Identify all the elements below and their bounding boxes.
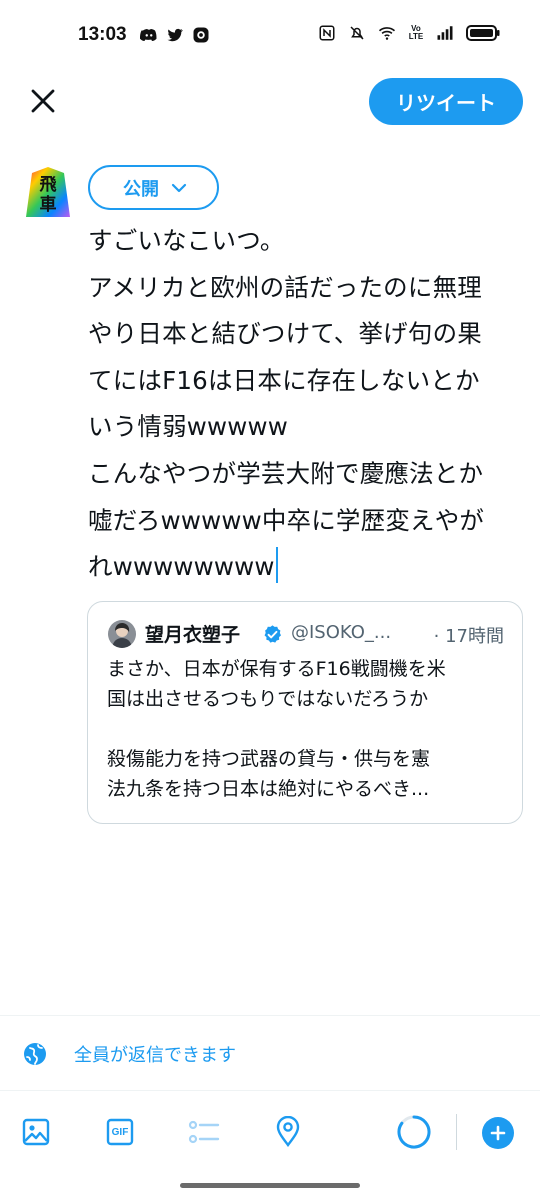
compose-line: こんなやつが学芸大附で慶應法とか: [88, 458, 484, 488]
reply-setting-button[interactable]: 全員が返信できます: [22, 1036, 236, 1072]
image-icon: [22, 1118, 50, 1146]
add-gif-button[interactable]: GIF: [100, 1112, 140, 1152]
nfc-icon: [319, 25, 335, 41]
twitter-icon: [167, 28, 183, 42]
wifi-icon: [378, 27, 396, 40]
quote-author-name: 望月衣塑子: [145, 624, 241, 646]
audience-label: 公開: [123, 178, 159, 200]
discord-icon: [140, 29, 157, 41]
compose-textarea[interactable]: すごいなこいつ。 アメリカと欧州の話だったのに無理 やり日本と結びつけて、挙げ句…: [88, 218, 528, 591]
quote-avatar: [108, 620, 136, 648]
text-caret: [275, 547, 278, 584]
volte-icon: Vo LTE: [408, 24, 424, 41]
avatar-char-1: 飛: [39, 175, 57, 195]
quote-body: まさか、日本が保有するF16戦闘機を米 国は出させるつもりではないだろうか 殺傷…: [107, 654, 512, 804]
status-time: 13:03: [78, 24, 127, 45]
audience-selector[interactable]: 公開: [88, 165, 219, 210]
compose-line: てにはF16は日本に存在しないとか: [88, 365, 480, 395]
quote-line: 国は出させるつもりではないだろうか: [107, 688, 429, 710]
quote-line: 殺傷能力を持つ武器の貸与・供与を憲: [107, 748, 431, 770]
compose-line: いう情弱wwwww: [88, 412, 288, 442]
chevron-down-icon: [171, 183, 187, 192]
compose-line: 嘘だろwwwww中卒に学歴変えやが: [88, 505, 485, 535]
signal-icon: [437, 26, 453, 40]
compose-line: アメリカと欧州の話だったのに無理: [88, 272, 482, 302]
compose-line: やり日本と結びつけて、挙げ句の果: [88, 319, 482, 349]
character-count-ring: [397, 1115, 431, 1149]
divider: [0, 1090, 540, 1091]
add-poll-button[interactable]: [184, 1112, 224, 1152]
close-icon: [31, 89, 55, 113]
avatar-char-2: 車: [40, 194, 57, 215]
status-system-icons: Vo LTE: [318, 24, 500, 42]
close-button[interactable]: [24, 82, 62, 120]
gif-label: GIF: [111, 1126, 129, 1138]
battery-icon: [466, 25, 500, 41]
quote-line: まさか、日本が保有するF16戦闘機を米: [107, 658, 446, 680]
globe-icon: [24, 1043, 46, 1065]
quoted-tweet-card[interactable]: 望月衣塑子 @ISOKO_... · 17時間 まさか、日本が保有するF16戦闘…: [87, 601, 523, 824]
compose-line: すごいなこいつ。: [88, 226, 285, 255]
reply-setting-label: 全員が返信できます: [74, 1045, 236, 1066]
compose-line-last: れwwwwwwww: [88, 544, 528, 591]
plus-icon: [490, 1125, 506, 1141]
add-thread-button[interactable]: [482, 1117, 514, 1149]
poll-icon: [188, 1120, 220, 1144]
quote-timestamp: · 17時間: [433, 626, 504, 647]
verified-badge-icon: [264, 625, 281, 643]
status-bar: 13:03 Vo LTE: [0, 0, 540, 72]
status-app-icons: [140, 26, 210, 44]
avatar-shogi-piece: 飛 車: [26, 167, 70, 217]
compose-line-text: れwwwwwwww: [88, 552, 275, 582]
add-image-button[interactable]: [16, 1112, 56, 1152]
quote-author-handle: @ISOKO_...: [291, 622, 392, 643]
avatar[interactable]: 飛 車: [24, 166, 72, 218]
home-indicator: [180, 1183, 360, 1188]
location-icon: [276, 1116, 300, 1147]
toolbar-divider: [456, 1114, 457, 1150]
quote-line: 法九条を持つ日本は絶対にやるべき...: [107, 778, 430, 800]
retweet-button[interactable]: リツイート: [369, 78, 523, 125]
mute-icon: [350, 26, 364, 40]
divider: [0, 1015, 540, 1016]
app-icon: [193, 27, 209, 43]
add-location-button[interactable]: [268, 1112, 308, 1152]
